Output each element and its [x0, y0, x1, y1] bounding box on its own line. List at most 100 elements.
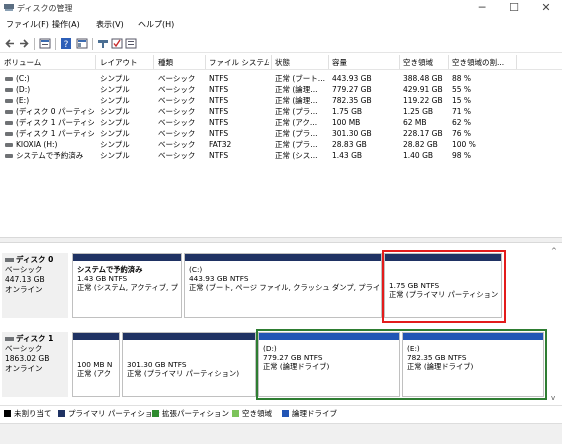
disk-list-icon[interactable] [76, 38, 88, 49]
disk-1-name: ディスク 1 [5, 334, 65, 344]
table-row[interactable]: KIOXIA (H:) シンプル ベーシック FAT32 正常 (プラ... 2… [0, 140, 562, 150]
table-row[interactable]: (ディスク 1 パーティシ... シンプル ベーシック NTFS 正常 (アク.… [0, 118, 562, 128]
help-icon[interactable]: ? [60, 38, 72, 49]
column-divider[interactable] [95, 55, 96, 69]
cell-volume: KIOXIA (H:) [16, 140, 58, 149]
cell-type: ベーシック [158, 74, 196, 83]
column-header-capacity[interactable]: 容量 [332, 57, 394, 68]
legend-swatch [282, 410, 289, 417]
back-arrow-icon[interactable] [4, 38, 16, 49]
column-divider[interactable] [399, 55, 400, 69]
disk-1-label[interactable]: ディスク 1 ベーシック 1863.02 GB オンライン [2, 332, 68, 397]
disk-0-size: 447.13 GB [5, 275, 45, 284]
primary-partition-bar [73, 333, 119, 340]
disk-0-status: オンライン [5, 285, 43, 294]
cell-free-space: 1.40 GB [403, 151, 434, 160]
table-row[interactable]: (ディスク 0 パーティシ... シンプル ベーシック NTFS 正常 (プラ.… [0, 107, 562, 117]
cell-capacity: 1.75 GB [332, 107, 363, 116]
column-divider[interactable] [328, 55, 329, 69]
disk-1-type: ベーシック [5, 344, 43, 353]
column-header-filesystem[interactable]: ファイル システム [209, 57, 269, 68]
table-row[interactable]: (ディスク 1 パーティシ... シンプル ベーシック NTFS 正常 (プラ.… [0, 129, 562, 139]
menu-view[interactable]: 表示(V) [96, 19, 124, 30]
cell-type: ベーシック [158, 96, 196, 105]
disk-icon [5, 337, 14, 341]
column-header-volume[interactable]: ボリューム [4, 57, 90, 68]
cell-filesystem: NTFS [209, 151, 229, 160]
cell-free-space: 119.22 GB [403, 96, 443, 105]
cell-capacity: 779.27 GB [332, 85, 372, 94]
primary-partition-bar [185, 254, 381, 261]
cell-status: 正常 (プラ... [275, 140, 318, 149]
scroll-up-arrow[interactable]: ^ [551, 247, 557, 255]
red-highlight-box [382, 250, 506, 323]
column-divider[interactable] [448, 55, 449, 69]
cell-filesystem: NTFS [209, 96, 229, 105]
cell-filesystem: NTFS [209, 85, 229, 94]
cell-status: 正常 (論理... [275, 96, 318, 105]
legend-logical-drive: 論理ドライブ [282, 408, 337, 419]
disk-management-app-icon [4, 4, 14, 11]
cell-free-percent: 55 % [452, 85, 472, 94]
column-divider[interactable] [516, 55, 517, 69]
column-divider[interactable] [153, 55, 154, 69]
cell-status: 正常 (論理... [275, 85, 318, 94]
menu-file[interactable]: ファイル(F) [6, 19, 49, 30]
column-divider[interactable] [205, 55, 206, 69]
cell-free-percent: 88 % [452, 74, 472, 83]
close-button[interactable]: ✕ [530, 0, 562, 16]
legend-swatch [232, 410, 239, 417]
cell-layout: シンプル [100, 151, 130, 160]
column-divider[interactable] [271, 55, 272, 69]
column-header-free-percent[interactable]: 空き領域の割... [452, 57, 514, 68]
table-row[interactable]: システムで予約済み シンプル ベーシック NTFS 正常 (シス... 1.43… [0, 151, 562, 161]
table-row[interactable]: (E:) シンプル ベーシック NTFS 正常 (論理... 782.35 GB… [0, 96, 562, 106]
cell-volume: (C:) [16, 74, 30, 83]
cell-free-space: 388.48 GB [403, 74, 443, 83]
cell-free-space: 1.25 GB [403, 107, 434, 116]
cell-free-percent: 76 % [452, 129, 472, 138]
check-icon[interactable] [111, 38, 123, 49]
settings-icon[interactable] [125, 38, 137, 49]
toolbar-separator [34, 38, 35, 50]
column-header-status[interactable]: 状態 [275, 57, 325, 68]
column-header-free-space[interactable]: 空き領域 [403, 57, 447, 68]
disk-0-label[interactable]: ディスク 0 ベーシック 447.13 GB オンライン [2, 253, 68, 318]
cell-volume: (E:) [16, 96, 30, 105]
cell-type: ベーシック [158, 107, 196, 116]
partition-c[interactable]: (C:) 443.93 GB NTFS 正常 (ブート, ページ ファイル, ク… [184, 253, 382, 318]
legend-swatch [58, 410, 65, 417]
window-title: ディスクの管理 [17, 4, 73, 13]
minimize-button[interactable]: ─ [466, 0, 498, 16]
cell-volume: (ディスク 1 パーティシ... [16, 118, 94, 127]
scroll-down-arrow[interactable]: v [551, 394, 555, 402]
partition-disk1-primary[interactable]: 301.30 GB NTFS 正常 (プライマリ パーティション) [122, 332, 256, 397]
disk-0-name: ディスク 0 [5, 255, 65, 265]
status-bar [0, 423, 562, 444]
partition-disk1-efi[interactable]: 100 MB N 正常 (アク [72, 332, 120, 397]
cell-free-space: 62 MB [403, 118, 427, 127]
cell-capacity: 1.43 GB [332, 151, 363, 160]
partition-system-reserved[interactable]: システムで予約済み 1.43 GB NTFS 正常 (システム, アクティブ, … [72, 253, 182, 318]
partition-title: システムで予約済み [77, 265, 143, 274]
menu-help[interactable]: ヘルプ(H) [138, 19, 174, 30]
menu-bar [0, 18, 562, 32]
cell-capacity: 443.93 GB [332, 74, 372, 83]
connect-icon[interactable] [97, 38, 109, 49]
properties-icon[interactable] [39, 38, 51, 49]
cell-status: 正常 (プラ... [275, 107, 318, 116]
table-row[interactable]: (D:) シンプル ベーシック NTFS 正常 (論理... 779.27 GB… [0, 85, 562, 95]
column-header-layout[interactable]: レイアウト [100, 57, 150, 68]
menu-action[interactable]: 操作(A) [52, 19, 80, 30]
cell-free-percent: 98 % [452, 151, 472, 160]
maximize-button[interactable]: ☐ [498, 0, 530, 16]
table-row[interactable]: (C:) シンプル ベーシック NTFS 正常 (ブート... 443.93 G… [0, 74, 562, 84]
cell-layout: シンプル [100, 74, 130, 83]
partition-status: 正常 (ブート, ページ ファイル, クラッシュ ダンプ, プライマ! [189, 283, 379, 292]
partition-size: 301.30 GB NTFS [127, 360, 187, 369]
cell-filesystem: NTFS [209, 107, 229, 116]
cell-layout: シンプル [100, 129, 130, 138]
legend-swatch [152, 410, 159, 417]
forward-arrow-icon[interactable] [18, 38, 30, 49]
column-header-type[interactable]: 種類 [158, 57, 202, 68]
